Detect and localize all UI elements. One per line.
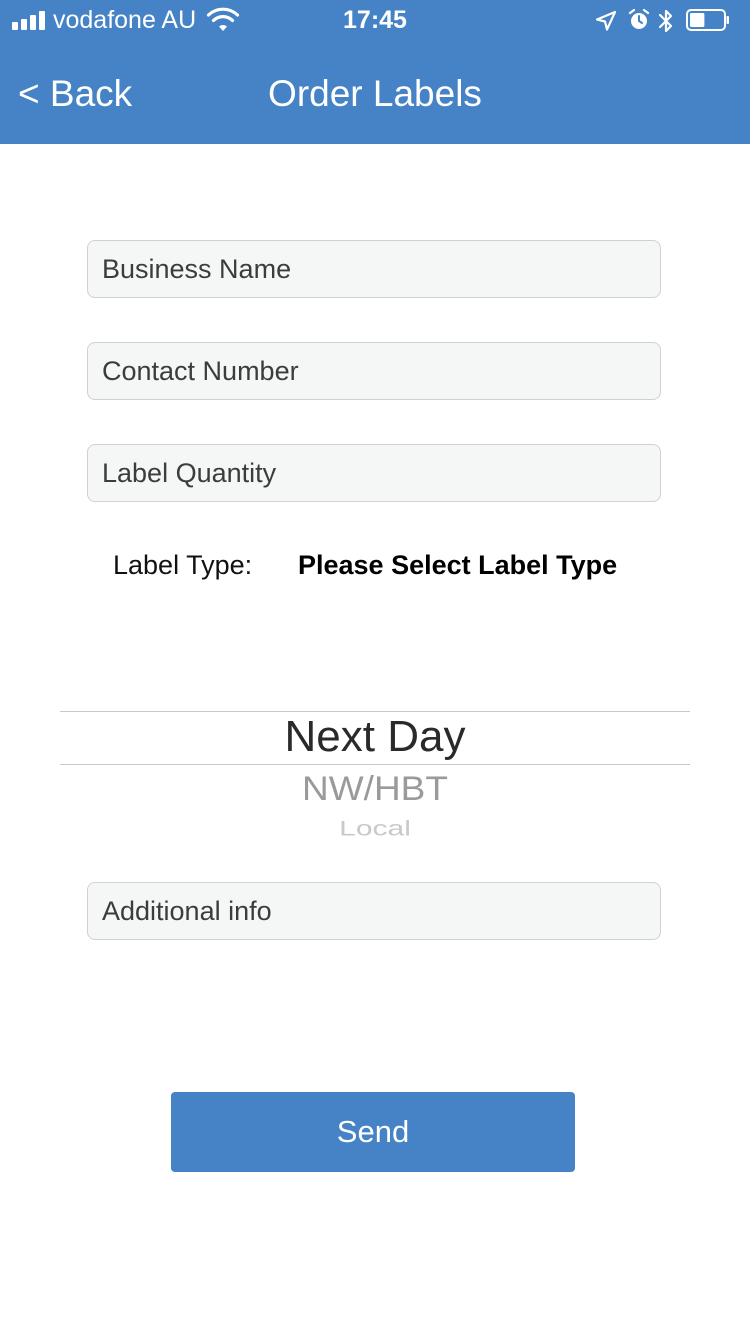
additional-info-field[interactable] — [87, 882, 661, 940]
picker-bottom-divider — [60, 764, 690, 765]
battery-icon — [686, 9, 729, 31]
location-icon — [595, 10, 617, 31]
send-button[interactable]: Send — [171, 1092, 575, 1172]
top-bar: vodafone AU 17:45 < Back Order Labels — [0, 0, 750, 144]
picker-option-nw-hbt[interactable]: NW/HBT — [60, 770, 690, 809]
label-type-picker[interactable]: Next Day NW/HBT Local — [60, 640, 690, 850]
status-bar: vodafone AU 17:45 — [0, 0, 750, 40]
picker-option-local[interactable]: Local — [60, 817, 690, 841]
picker-option-next-day[interactable]: Next Day — [60, 712, 690, 762]
alarm-icon — [628, 8, 650, 29]
label-type-value[interactable]: Please Select Label Type — [298, 550, 617, 581]
label-quantity-field[interactable] — [87, 444, 661, 502]
order-labels-screen: vodafone AU 17:45 < Back Order Labels Bu… — [0, 0, 750, 1334]
page-title: Order Labels — [268, 73, 482, 114]
label-type-label: Label Type: — [113, 550, 253, 580]
bluetooth-icon — [658, 9, 673, 33]
business-name-field[interactable] — [87, 240, 661, 298]
contact-number-field[interactable] — [87, 342, 661, 400]
navigation-bar: < Back Order Labels — [0, 40, 750, 144]
